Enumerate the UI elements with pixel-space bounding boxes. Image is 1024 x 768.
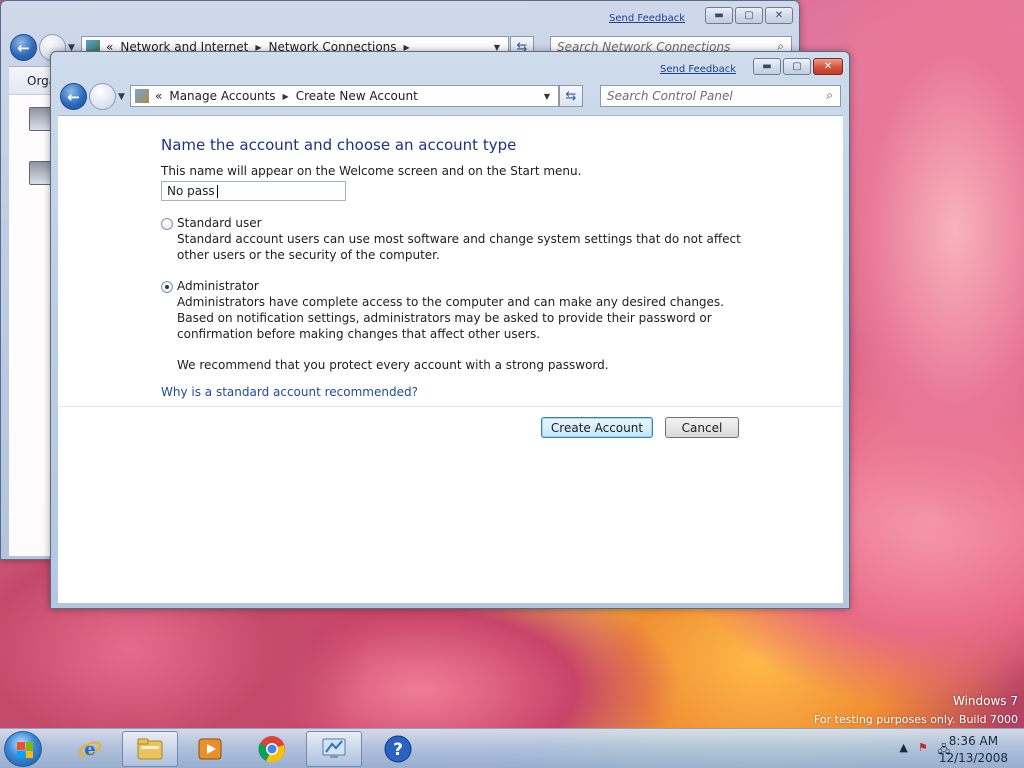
maximize-icon: ▢ [744,10,754,21]
standard-user-option[interactable]: Standard user Standard account users can… [161,216,761,263]
control-panel-icon [320,735,348,763]
search-icon[interactable]: ⌕ [826,88,833,103]
breadcrumb-separator-icon: ▶ [282,91,289,101]
create-account-content: Name the account and choose an account t… [58,115,843,603]
password-recommendation: We recommend that you protect every acco… [177,358,609,372]
folder-icon [136,735,164,763]
cancel-button[interactable]: Cancel [665,417,739,438]
watermark-build: For testing purposes only. Build 7000 [813,713,1018,726]
refresh-icon: ⇆ [565,88,577,104]
window-controls: ▬ ▢ ✕ [705,7,793,24]
page-title: Name the account and choose an account t… [161,136,517,154]
close-button[interactable]: ✕ [813,58,843,75]
divider [58,406,843,407]
media-player-icon [196,735,224,763]
internet-explorer-icon: e [76,735,104,763]
minimize-button[interactable]: ▬ [753,58,781,75]
maximize-icon: ▢ [792,61,802,72]
user-accounts-icon [135,89,149,103]
back-button[interactable]: ← [60,83,87,110]
account-name-input[interactable]: No pass [161,181,346,201]
taskbar-control-panel[interactable] [306,731,362,767]
minimize-icon: ▬ [762,61,772,72]
breadcrumb-create-new-account[interactable]: Create New Account [296,89,418,103]
taskbar: e ? ▲ ⚑ 🖧 8:36 AM 12/13/2008 [0,728,1024,768]
send-feedback-link[interactable]: Send Feedback [609,13,685,24]
address-overflow-icon: « [155,89,163,103]
watermark-version: Windows 7 [952,694,1018,708]
window-controls: ▬ ▢ ✕ [753,58,843,75]
close-icon: ✕ [823,61,833,72]
standard-user-description: Standard account users can use most soft… [177,232,741,262]
taskbar-internet-explorer[interactable]: e [62,731,118,767]
breadcrumb-manage-accounts[interactable]: Manage Accounts [169,89,275,103]
address-bar[interactable]: « Manage Accounts ▶ Create New Account ▼ [130,85,559,107]
standard-user-label[interactable]: Standard user [177,216,761,230]
search-input[interactable]: Search Control Panel ⌕ [600,85,841,107]
taskbar-windows-explorer[interactable] [122,731,178,767]
clock-time: 8:36 AM [948,734,999,748]
action-center-flag-icon[interactable]: ⚑ [918,741,928,760]
windows-logo-icon [17,742,33,758]
send-feedback-link[interactable]: Send Feedback [660,64,736,75]
show-hidden-icons-icon[interactable]: ▲ [899,741,907,760]
back-button[interactable]: ← [10,34,37,61]
taskbar-help[interactable]: ? [370,731,426,767]
administrator-description: Administrators have complete access to t… [177,295,724,341]
standard-user-radio[interactable] [161,218,173,230]
start-button[interactable] [4,731,42,767]
account-form: Name the account and choose an account t… [161,136,761,399]
back-arrow-icon: ← [67,87,80,106]
svg-text:?: ? [393,740,403,760]
administrator-label[interactable]: Administrator [177,279,761,293]
name-hint: This name will appear on the Welcome scr… [161,164,582,178]
minimize-button[interactable]: ▬ [705,7,733,24]
address-dropdown-icon[interactable]: ▼ [536,92,558,101]
close-icon: ✕ [774,10,784,21]
system-clock[interactable]: 8:36 AM 12/13/2008 [939,733,1008,767]
refresh-button[interactable]: ⇆ [559,85,583,107]
chrome-icon [258,735,286,763]
why-standard-link[interactable]: Why is a standard account recommended? [161,385,761,399]
create-account-window: Send Feedback ▬ ▢ ✕ ← ▼ « Manage Account… [50,51,850,609]
maximize-button[interactable]: ▢ [783,58,811,75]
taskbar-media-player[interactable] [182,731,238,767]
svg-text:e: e [84,739,95,760]
forward-button[interactable] [89,83,116,110]
search-placeholder: Search Control Panel [607,89,733,103]
clock-date: 12/13/2008 [938,751,1008,765]
account-name-value: No pass [167,184,215,198]
administrator-option[interactable]: Administrator Administrators have comple… [161,279,761,342]
text-caret [216,184,218,198]
maximize-button[interactable]: ▢ [735,7,763,24]
help-icon: ? [384,735,412,763]
create-account-button[interactable]: Create Account [541,417,653,438]
back-arrow-icon: ← [17,38,30,57]
minimize-icon: ▬ [714,10,724,21]
taskbar-chrome[interactable] [244,731,300,767]
administrator-radio[interactable] [161,281,173,293]
recent-pages-icon[interactable]: ▼ [118,92,125,102]
close-button[interactable]: ✕ [765,7,793,24]
